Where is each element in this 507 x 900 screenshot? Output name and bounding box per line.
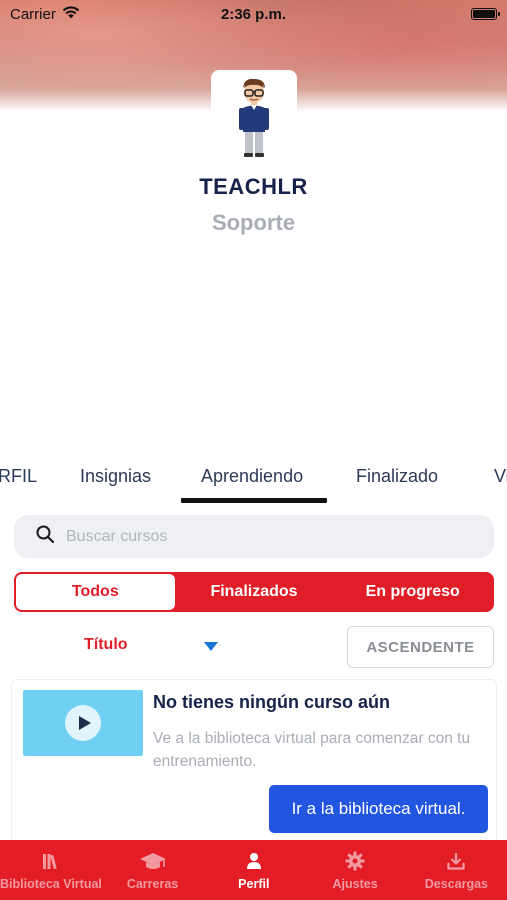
- avatar-illustration: [239, 78, 269, 157]
- nav-label: Carreras: [126, 877, 179, 891]
- search-input[interactable]: [66, 527, 446, 546]
- tab-finalizado[interactable]: Finalizado: [356, 466, 438, 487]
- profile-role: Soporte: [211, 210, 296, 235]
- profile-name: TEACHLR: [199, 174, 308, 199]
- nav-label: Perfil: [238, 877, 270, 891]
- bottom-nav: Biblioteca Virtual Carreras Perfil Ajust…: [0, 840, 507, 900]
- sort-field-dropdown[interactable]: Título: [84, 636, 218, 654]
- empty-courses-card: No tienes ningún curso aún Ve a la bibli…: [11, 679, 497, 849]
- nav-ajustes[interactable]: Ajustes: [304, 840, 405, 900]
- clock: 2:36 p.m.: [220, 5, 287, 23]
- wifi-icon: [62, 5, 80, 23]
- go-to-library-button[interactable]: Ir a la biblioteca virtual.: [269, 785, 488, 833]
- nav-label: Descargas: [424, 877, 488, 891]
- video-placeholder: [23, 690, 143, 756]
- play-icon: [65, 705, 101, 741]
- avatar[interactable]: [211, 70, 297, 162]
- filter-en-progreso[interactable]: En progreso: [333, 574, 492, 610]
- download-icon: [447, 851, 465, 871]
- nav-carreras[interactable]: Carreras: [102, 840, 203, 900]
- active-tab-indicator: [181, 498, 327, 503]
- filter-todos[interactable]: Todos: [16, 574, 175, 610]
- nav-biblioteca-virtual[interactable]: Biblioteca Virtual: [0, 840, 102, 900]
- empty-state-description: Ve a la biblioteca virtual para comenzar…: [153, 730, 471, 770]
- graduation-cap-icon: [139, 851, 167, 871]
- tab-next[interactable]: Vi: [494, 466, 507, 487]
- sort-field-label: Título: [84, 636, 128, 653]
- search-bar[interactable]: [14, 515, 494, 558]
- dropdown-arrow-icon: [204, 642, 218, 651]
- filter-finalizados[interactable]: Finalizados: [175, 574, 334, 610]
- tab-perfil[interactable]: RFIL: [0, 466, 37, 487]
- profile-tabs: RFIL Insignias Aprendiendo Finalizado Vi: [0, 462, 507, 506]
- empty-state-title: No tienes ningún curso aún: [153, 692, 391, 712]
- status-bar: Carrier 2:36 p.m.: [0, 0, 507, 28]
- course-filter: Todos Finalizados En progreso: [14, 572, 494, 612]
- sort-order-button[interactable]: ASCENDENTE: [347, 626, 494, 668]
- nav-label: Biblioteca Virtual: [0, 877, 102, 891]
- nav-label: Ajustes: [332, 877, 378, 891]
- person-icon: [246, 851, 262, 871]
- books-icon: [42, 851, 60, 871]
- tab-insignias[interactable]: Insignias: [80, 466, 151, 487]
- nav-descargas[interactable]: Descargas: [406, 840, 507, 900]
- nav-perfil[interactable]: Perfil: [203, 840, 304, 900]
- gear-icon: [345, 851, 365, 871]
- battery-icon: [471, 8, 500, 20]
- tab-aprendiendo[interactable]: Aprendiendo: [201, 466, 303, 487]
- search-icon: [36, 525, 55, 548]
- carrier-label: Carrier: [10, 5, 56, 23]
